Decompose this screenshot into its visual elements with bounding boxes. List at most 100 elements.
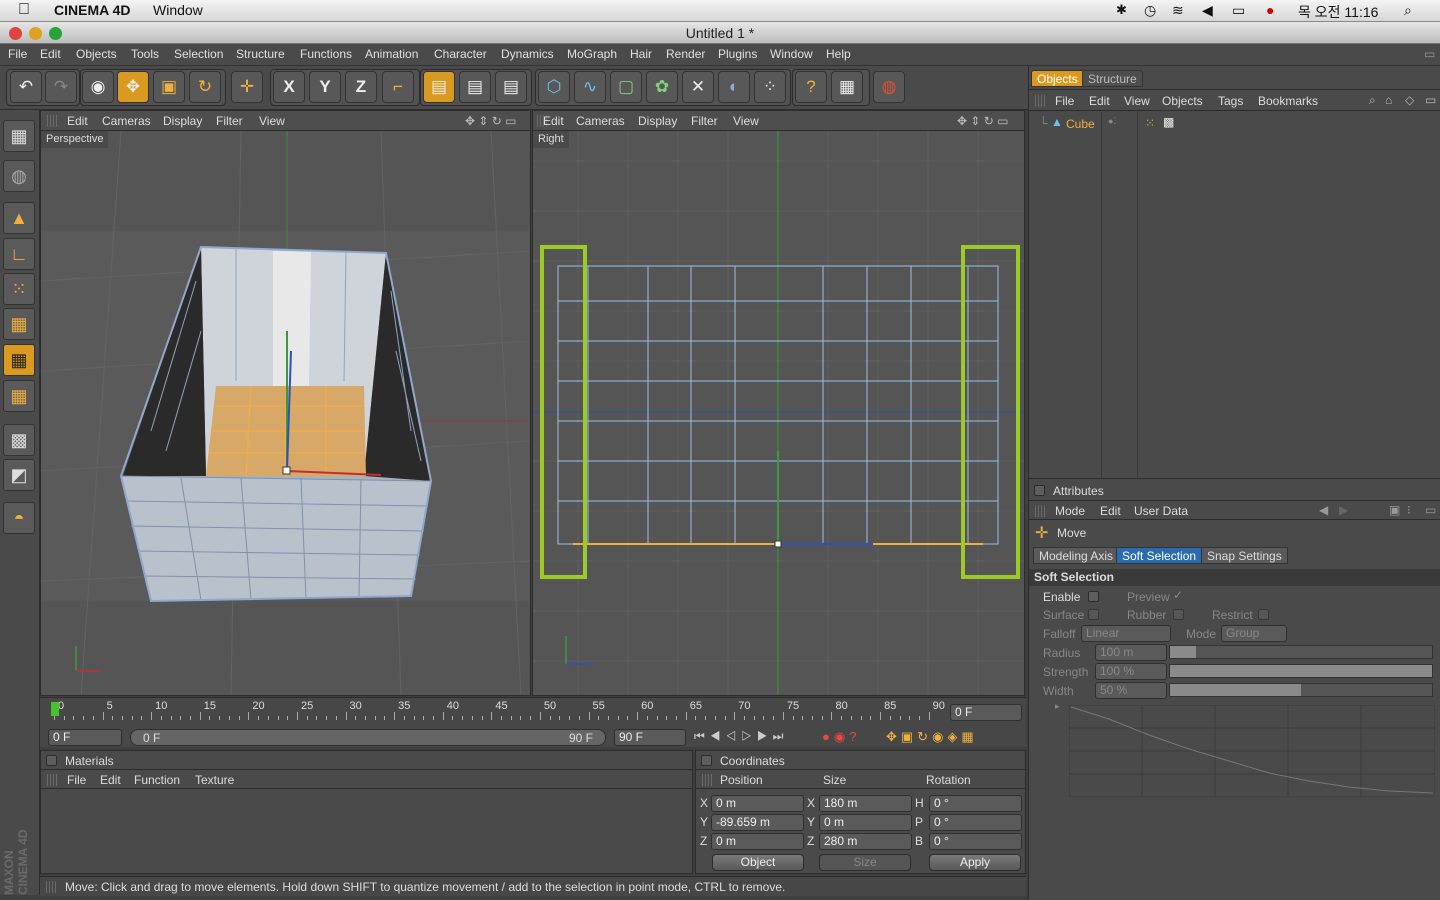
- vp2-menu-cameras[interactable]: Cameras: [576, 114, 625, 128]
- menu-edit[interactable]: Edit: [40, 47, 61, 61]
- vp1-menu-filter[interactable]: Filter: [216, 114, 243, 128]
- menu-plugins[interactable]: Plugins: [718, 47, 757, 61]
- deformer-icon[interactable]: ✕: [682, 71, 714, 103]
- apply-button[interactable]: Apply: [929, 854, 1021, 871]
- om-layer-icon[interactable]: ◇: [1405, 93, 1414, 107]
- right-canvas[interactable]: [533, 131, 1024, 695]
- perspective-canvas[interactable]: [41, 131, 530, 695]
- menu-functions[interactable]: Functions: [300, 47, 352, 61]
- object-row-cube[interactable]: └ ▲ Cube ●⁚ ⁙ ▩: [1035, 115, 1435, 133]
- vp1-menu-edit[interactable]: Edit: [67, 114, 88, 128]
- time-machine-icon[interactable]: ◷: [1144, 2, 1156, 19]
- clock[interactable]: 목 오전 11:16: [1298, 2, 1378, 22]
- recent-tool-icon[interactable]: ✛: [231, 71, 263, 103]
- vp1-menu-display[interactable]: Display: [163, 114, 202, 128]
- expand-arrow-icon[interactable]: ▸: [1055, 701, 1060, 712]
- texture-mode-icon[interactable]: ▩: [3, 424, 35, 456]
- position-x-field[interactable]: 0 m: [711, 795, 804, 812]
- coordinate-system-icon[interactable]: ⌐: [382, 71, 414, 103]
- volume-icon[interactable]: ◀: [1202, 2, 1213, 19]
- visibility-dots-icon[interactable]: ●⁚: [1108, 116, 1116, 127]
- menu-structure[interactable]: Structure: [236, 47, 285, 61]
- x-axis-lock-icon[interactable]: X: [273, 71, 305, 103]
- preview-checkbox[interactable]: ✓: [1173, 588, 1183, 602]
- rotation-p-field[interactable]: 0 °: [929, 814, 1022, 831]
- mat-menu-function[interactable]: Function: [134, 773, 180, 787]
- end-frame-field[interactable]: 90 F: [614, 729, 686, 746]
- timeline-ruler[interactable]: 0 5 10 15 20 25 30 35 40 45 50 55 60 65 70 75 80 85 90: [54, 700, 945, 722]
- om-menu-objects[interactable]: Objects: [1162, 94, 1203, 108]
- scale-tool-icon[interactable]: ▣: [153, 71, 185, 103]
- om-home-icon[interactable]: ⌂: [1385, 93, 1392, 107]
- grip-icon[interactable]: [1035, 95, 1045, 107]
- workplane-icon[interactable]: ◩: [3, 459, 35, 491]
- am-menu-edit[interactable]: Edit: [1100, 504, 1121, 518]
- bluetooth-icon[interactable]: ✱: [1116, 2, 1127, 18]
- menu-mograph[interactable]: MoGraph: [567, 47, 617, 61]
- lock-icon[interactable]: ▣: [1389, 503, 1400, 517]
- window-menu[interactable]: Window: [153, 2, 203, 18]
- size-z-field[interactable]: 280 m: [819, 833, 912, 850]
- start-frame-field[interactable]: 0 F: [48, 729, 122, 746]
- size-x-field[interactable]: 180 m: [819, 795, 912, 812]
- mode-select[interactable]: Group: [1221, 625, 1287, 642]
- help-icon[interactable]: ?: [795, 71, 827, 103]
- vp1-menu-cameras[interactable]: Cameras: [102, 114, 151, 128]
- model-mode-icon[interactable]: ◍: [3, 160, 35, 192]
- input-source-icon[interactable]: ●: [1266, 2, 1274, 18]
- apple-icon[interactable]: : [18, 1, 30, 19]
- om-menu-file[interactable]: File: [1055, 94, 1074, 108]
- current-frame-field[interactable]: 0 F: [950, 704, 1022, 721]
- rotation-h-field[interactable]: 0 °: [929, 795, 1022, 812]
- edges-mode-icon[interactable]: ▦: [3, 308, 35, 340]
- axis-mode-icon[interactable]: ∟: [3, 238, 35, 270]
- particle-icon[interactable]: ⁘: [754, 71, 786, 103]
- keyframe-controls[interactable]: ✥▣↻◉◈▦: [886, 729, 978, 745]
- am-expand-icon[interactable]: ▭: [1425, 503, 1436, 517]
- live-selection-icon[interactable]: ◉: [82, 71, 114, 103]
- menu-objects[interactable]: Objects: [76, 47, 117, 61]
- wifi-icon[interactable]: ≋: [1172, 2, 1184, 19]
- coordinate-mode-select[interactable]: Object: [712, 854, 804, 871]
- z-axis-lock-icon[interactable]: Z: [345, 71, 377, 103]
- enable-checkbox[interactable]: [1088, 591, 1099, 602]
- texture-tag-icon[interactable]: ▩: [1163, 115, 1174, 129]
- object-name[interactable]: Cube: [1066, 117, 1095, 131]
- strength-field[interactable]: 100 %: [1095, 663, 1167, 680]
- rotation-b-field[interactable]: 0 °: [929, 833, 1022, 850]
- om-menu-bookmarks[interactable]: Bookmarks: [1258, 94, 1318, 108]
- mat-menu-edit[interactable]: Edit: [100, 773, 121, 787]
- vp2-nav-icons[interactable]: ✥ ⇕ ↻ ▭: [957, 114, 1009, 128]
- minimize-icon[interactable]: [29, 27, 42, 40]
- nav-forward-icon[interactable]: ▶: [1339, 503, 1348, 517]
- redo-icon[interactable]: ↷: [45, 71, 77, 103]
- rotate-tool-icon[interactable]: ↻: [189, 71, 221, 103]
- grip-icon[interactable]: [702, 774, 712, 786]
- tab-snap-settings[interactable]: Snap Settings: [1201, 547, 1288, 564]
- vp1-menu-view[interactable]: View: [259, 114, 285, 128]
- range-slider[interactable]: 0 F 90 F: [130, 729, 606, 746]
- record-controls[interactable]: ●◉?: [822, 729, 860, 745]
- move-tool-icon[interactable]: ✥: [117, 71, 149, 103]
- points-mode-icon[interactable]: ⁙: [3, 273, 35, 305]
- falloff-graph[interactable]: [1069, 705, 1435, 797]
- menu-file[interactable]: File: [8, 47, 27, 61]
- spotlight-icon[interactable]: ⌕: [1404, 2, 1412, 19]
- menu-hair[interactable]: Hair: [630, 47, 652, 61]
- menu-character[interactable]: Character: [434, 47, 487, 61]
- vp2-menu-view[interactable]: View: [733, 114, 759, 128]
- playhead[interactable]: [51, 702, 59, 716]
- tab-soft-selection[interactable]: Soft Selection: [1116, 547, 1203, 564]
- grip-icon[interactable]: [47, 774, 57, 786]
- surface-checkbox[interactable]: [1088, 609, 1099, 620]
- size-y-field[interactable]: 0 m: [819, 814, 912, 831]
- mat-menu-file[interactable]: File: [67, 773, 86, 787]
- nurbs-icon[interactable]: ▢: [610, 71, 642, 103]
- om-search-icon[interactable]: ⌕: [1369, 93, 1376, 108]
- polygons-mode-icon[interactable]: ▦: [3, 344, 35, 376]
- om-menu-tags[interactable]: Tags: [1218, 94, 1243, 108]
- snap-icon[interactable]: ◓: [3, 502, 35, 534]
- grip-icon[interactable]: [47, 115, 57, 127]
- menu-dynamics[interactable]: Dynamics: [501, 47, 554, 61]
- menu-help[interactable]: Help: [826, 47, 851, 61]
